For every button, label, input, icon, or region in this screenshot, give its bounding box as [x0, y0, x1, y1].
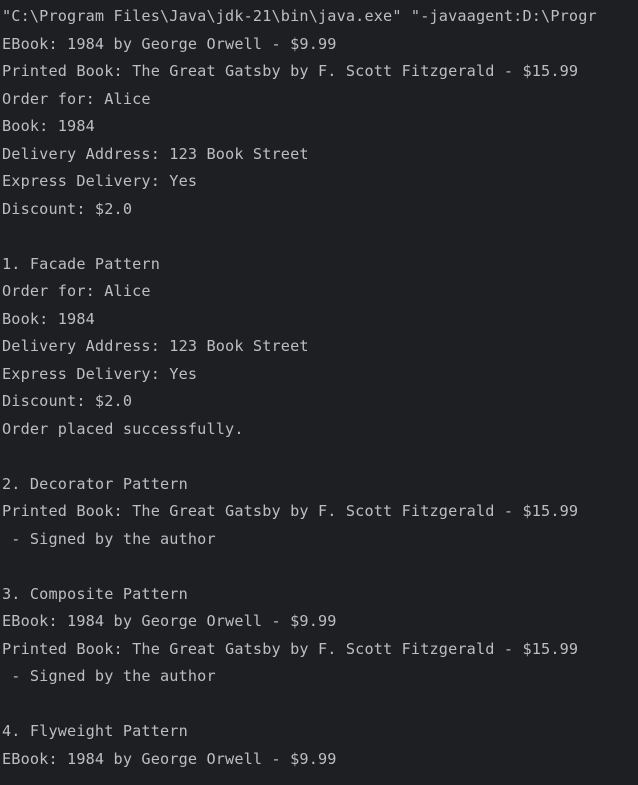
console-line: Order for: Alice [2, 89, 151, 108]
console-line: Printed Book: The Great Gatsby by F. Sco… [2, 639, 579, 658]
console-line: EBook: 1984 by George Orwell - $9.99 [2, 34, 337, 53]
console-line: Order for: Alice [2, 282, 151, 300]
console-line: Printed Book: The Great Gatsby by F. Sco… [2, 502, 579, 520]
console-line: Order placed successfully. [2, 419, 244, 438]
console-line: - Signed by the author [2, 667, 216, 685]
console-line-command: "C:\Program Files\Java\jdk-21\bin\java.e… [2, 7, 597, 25]
console-line: Printed Book: The Great Gatsby by F. Sco… [2, 62, 579, 80]
console-line: Discount: $2.0 [2, 199, 133, 218]
console-line: Discount: $2.0 [2, 392, 133, 410]
console-line: Delivery Address: 123 Book Street [2, 337, 309, 355]
console-line: - Signed by the author [2, 529, 216, 548]
console-line-heading: 1. Facade Pattern [2, 254, 160, 273]
console-line-heading: 2. Decorator Pattern [2, 474, 188, 493]
console-line-heading: 3. Composite Pattern [2, 584, 188, 603]
console-line: EBook: 1984 by George Orwell - $9.99 [2, 749, 337, 768]
console-line: Delivery Address: 123 Book Street [2, 144, 309, 163]
console-line: Book: 1984 [2, 117, 95, 135]
console-line: Express Delivery: Yes [2, 172, 198, 190]
console-line-heading: 4. Flyweight Pattern [2, 722, 188, 740]
console-line: Express Delivery: Yes [2, 364, 198, 383]
console-line: EBook: 1984 by George Orwell - $9.99 [2, 612, 337, 630]
console-line: Book: 1984 [2, 309, 95, 328]
console-output[interactable]: "C:\Program Files\Java\jdk-21\bin\java.e… [0, 0, 638, 785]
